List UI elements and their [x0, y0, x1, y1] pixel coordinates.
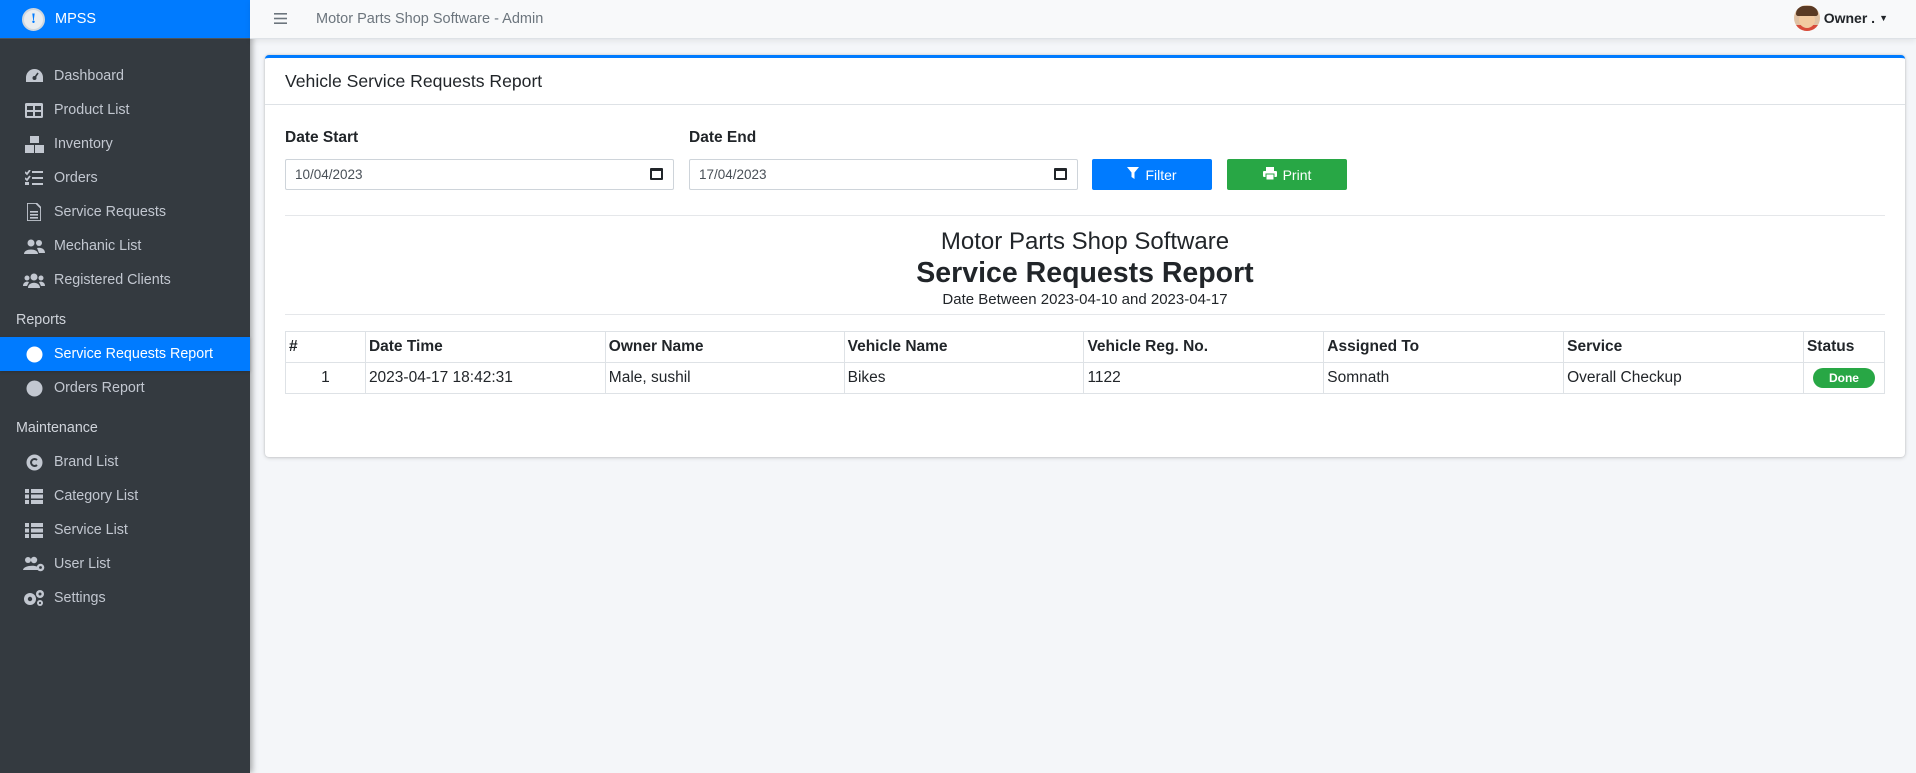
sidebar-item-label: Orders Report [54, 380, 145, 396]
sidebar-nav: Dashboard Product List Inventory Orders … [0, 59, 250, 615]
divider [285, 314, 1885, 315]
cell-num: 1 [285, 362, 366, 394]
brand-name: MPSS [55, 11, 97, 27]
cogs-icon [22, 588, 46, 608]
sidebar-item-label: Brand List [54, 454, 119, 470]
cell-vehicle-name: Bikes [843, 362, 1085, 394]
sidebar-item-label: Service List [54, 522, 128, 538]
cell-date-time: 2023-04-17 18:42:31 [364, 362, 606, 394]
status-badge: Done [1812, 368, 1875, 388]
sidebar-item-label: Category List [54, 488, 139, 504]
brand-link[interactable]: ! MPSS [0, 0, 250, 39]
col-header-date-time: Date Time [364, 331, 606, 363]
filter-label: Filter [1145, 166, 1177, 183]
users-icon [22, 236, 46, 256]
table-icon [22, 100, 46, 120]
col-header-service: Service [1563, 331, 1804, 363]
cell-owner-name: Male, sushil [604, 362, 845, 394]
date-end-value: 17/04/2023 [699, 167, 767, 182]
col-header-vehicle-reg-no: Vehicle Reg. No. [1083, 331, 1325, 363]
divider [285, 215, 1885, 216]
report-company: Motor Parts Shop Software [940, 228, 1230, 255]
circle-icon [22, 344, 46, 364]
filter-icon [1127, 167, 1140, 182]
card-header: Vehicle Service Requests Report [265, 58, 1905, 105]
sidebar-item-label: Inventory [54, 136, 113, 152]
date-start-label: Date Start [285, 129, 359, 146]
file-icon [22, 202, 46, 222]
col-header-assigned-to: Assigned To [1323, 331, 1565, 363]
sidebar-item-label: Mechanic List [54, 238, 142, 254]
th-list-icon [22, 520, 46, 540]
boxes-icon [22, 134, 46, 154]
sidebar-item-user-list[interactable]: User List [0, 547, 250, 581]
card-title: Vehicle Service Requests Report [285, 70, 543, 91]
hamburger-icon[interactable] [274, 9, 290, 29]
nav-header-reports: Reports [16, 312, 67, 328]
sidebar-item-label: Product List [54, 102, 130, 118]
sidebar-item-service-list[interactable]: Service List [0, 513, 250, 547]
cell-service: Overall Checkup [1563, 362, 1804, 394]
sidebar-item-orders-report[interactable]: Orders Report [0, 371, 250, 405]
print-icon [1262, 166, 1277, 183]
cell-vehicle-reg-no: 1122 [1083, 362, 1325, 394]
sidebar-item-registered-clients[interactable]: Registered Clients [0, 263, 250, 297]
brand-logo: ! [22, 7, 45, 31]
date-start-value: 10/04/2023 [295, 167, 363, 182]
table-row: 1 2023-04-17 18:42:31 Male, sushil Bikes… [285, 362, 1886, 394]
col-header-status: Status [1802, 331, 1886, 363]
sidebar-item-orders[interactable]: Orders [0, 161, 250, 195]
sidebar-item-label: User List [54, 556, 111, 572]
col-header-vehicle-name: Vehicle Name [843, 331, 1085, 363]
calendar-icon[interactable] [1054, 168, 1067, 180]
sidebar-item-label: Service Requests [54, 204, 167, 220]
chevron-down-icon: ▼ [1879, 13, 1888, 23]
sidebar-item-inventory[interactable]: Inventory [0, 127, 250, 161]
calendar-icon[interactable] [650, 168, 663, 180]
sidebar-item-category-list[interactable]: Category List [0, 479, 250, 513]
sidebar-item-brand-list[interactable]: Brand List [0, 445, 250, 479]
report-date-range: Date Between 2023-04-10 and 2023-04-17 [942, 291, 1228, 308]
report-title: Service Requests Report [916, 257, 1254, 289]
date-end-input[interactable]: 17/04/2023 [689, 159, 1078, 190]
date-start-input[interactable]: 10/04/2023 [285, 159, 674, 190]
list-check-icon [22, 168, 46, 188]
app-title: Motor Parts Shop Software - Admin [316, 11, 544, 27]
report-table: # Date Time Owner Name Vehicle Name Vehi… [285, 331, 1886, 394]
sidebar-item-mechanic-list[interactable]: Mechanic List [0, 229, 250, 263]
print-button[interactable]: Print [1227, 159, 1347, 190]
sidebar: ! MPSS Dashboard Product List Inventory [0, 0, 250, 773]
users-group-icon [22, 270, 46, 290]
th-list-icon [22, 486, 46, 506]
cell-status: Done [1802, 362, 1886, 394]
col-header-owner-name: Owner Name [604, 331, 845, 363]
user-menu[interactable]: Owner . ▼ [1793, 5, 1888, 31]
tachometer-icon [22, 66, 46, 86]
copyright-icon [22, 452, 46, 472]
user-name: Owner . [1823, 10, 1876, 26]
sidebar-item-label: Service Requests Report [54, 346, 213, 362]
table-header-row: # Date Time Owner Name Vehicle Name Vehi… [285, 331, 1886, 363]
print-label: Print [1282, 166, 1312, 183]
cell-assigned-to: Somnath [1323, 362, 1565, 394]
sidebar-item-label: Registered Clients [54, 272, 171, 288]
sidebar-item-label: Dashboard [54, 68, 124, 84]
avatar [1793, 5, 1820, 31]
report-card: Vehicle Service Requests Report Date Sta… [265, 55, 1905, 457]
sidebar-item-product-list[interactable]: Product List [0, 93, 250, 127]
sidebar-item-label: Settings [54, 590, 106, 606]
sidebar-item-dashboard[interactable]: Dashboard [0, 59, 250, 93]
col-header-num: # [285, 331, 366, 363]
sidebar-item-label: Orders [54, 170, 98, 186]
users-cog-icon [22, 554, 46, 574]
sidebar-item-service-requests[interactable]: Service Requests [0, 195, 250, 229]
date-end-label: Date End [689, 129, 757, 146]
filter-button[interactable]: Filter [1092, 159, 1212, 190]
circle-icon [22, 378, 46, 398]
sidebar-item-service-requests-report[interactable]: Service Requests Report [0, 337, 250, 371]
top-navbar: Motor Parts Shop Software - Admin Owner … [250, 0, 1916, 39]
sidebar-item-settings[interactable]: Settings [0, 581, 250, 615]
nav-header-maintenance: Maintenance [16, 420, 98, 436]
